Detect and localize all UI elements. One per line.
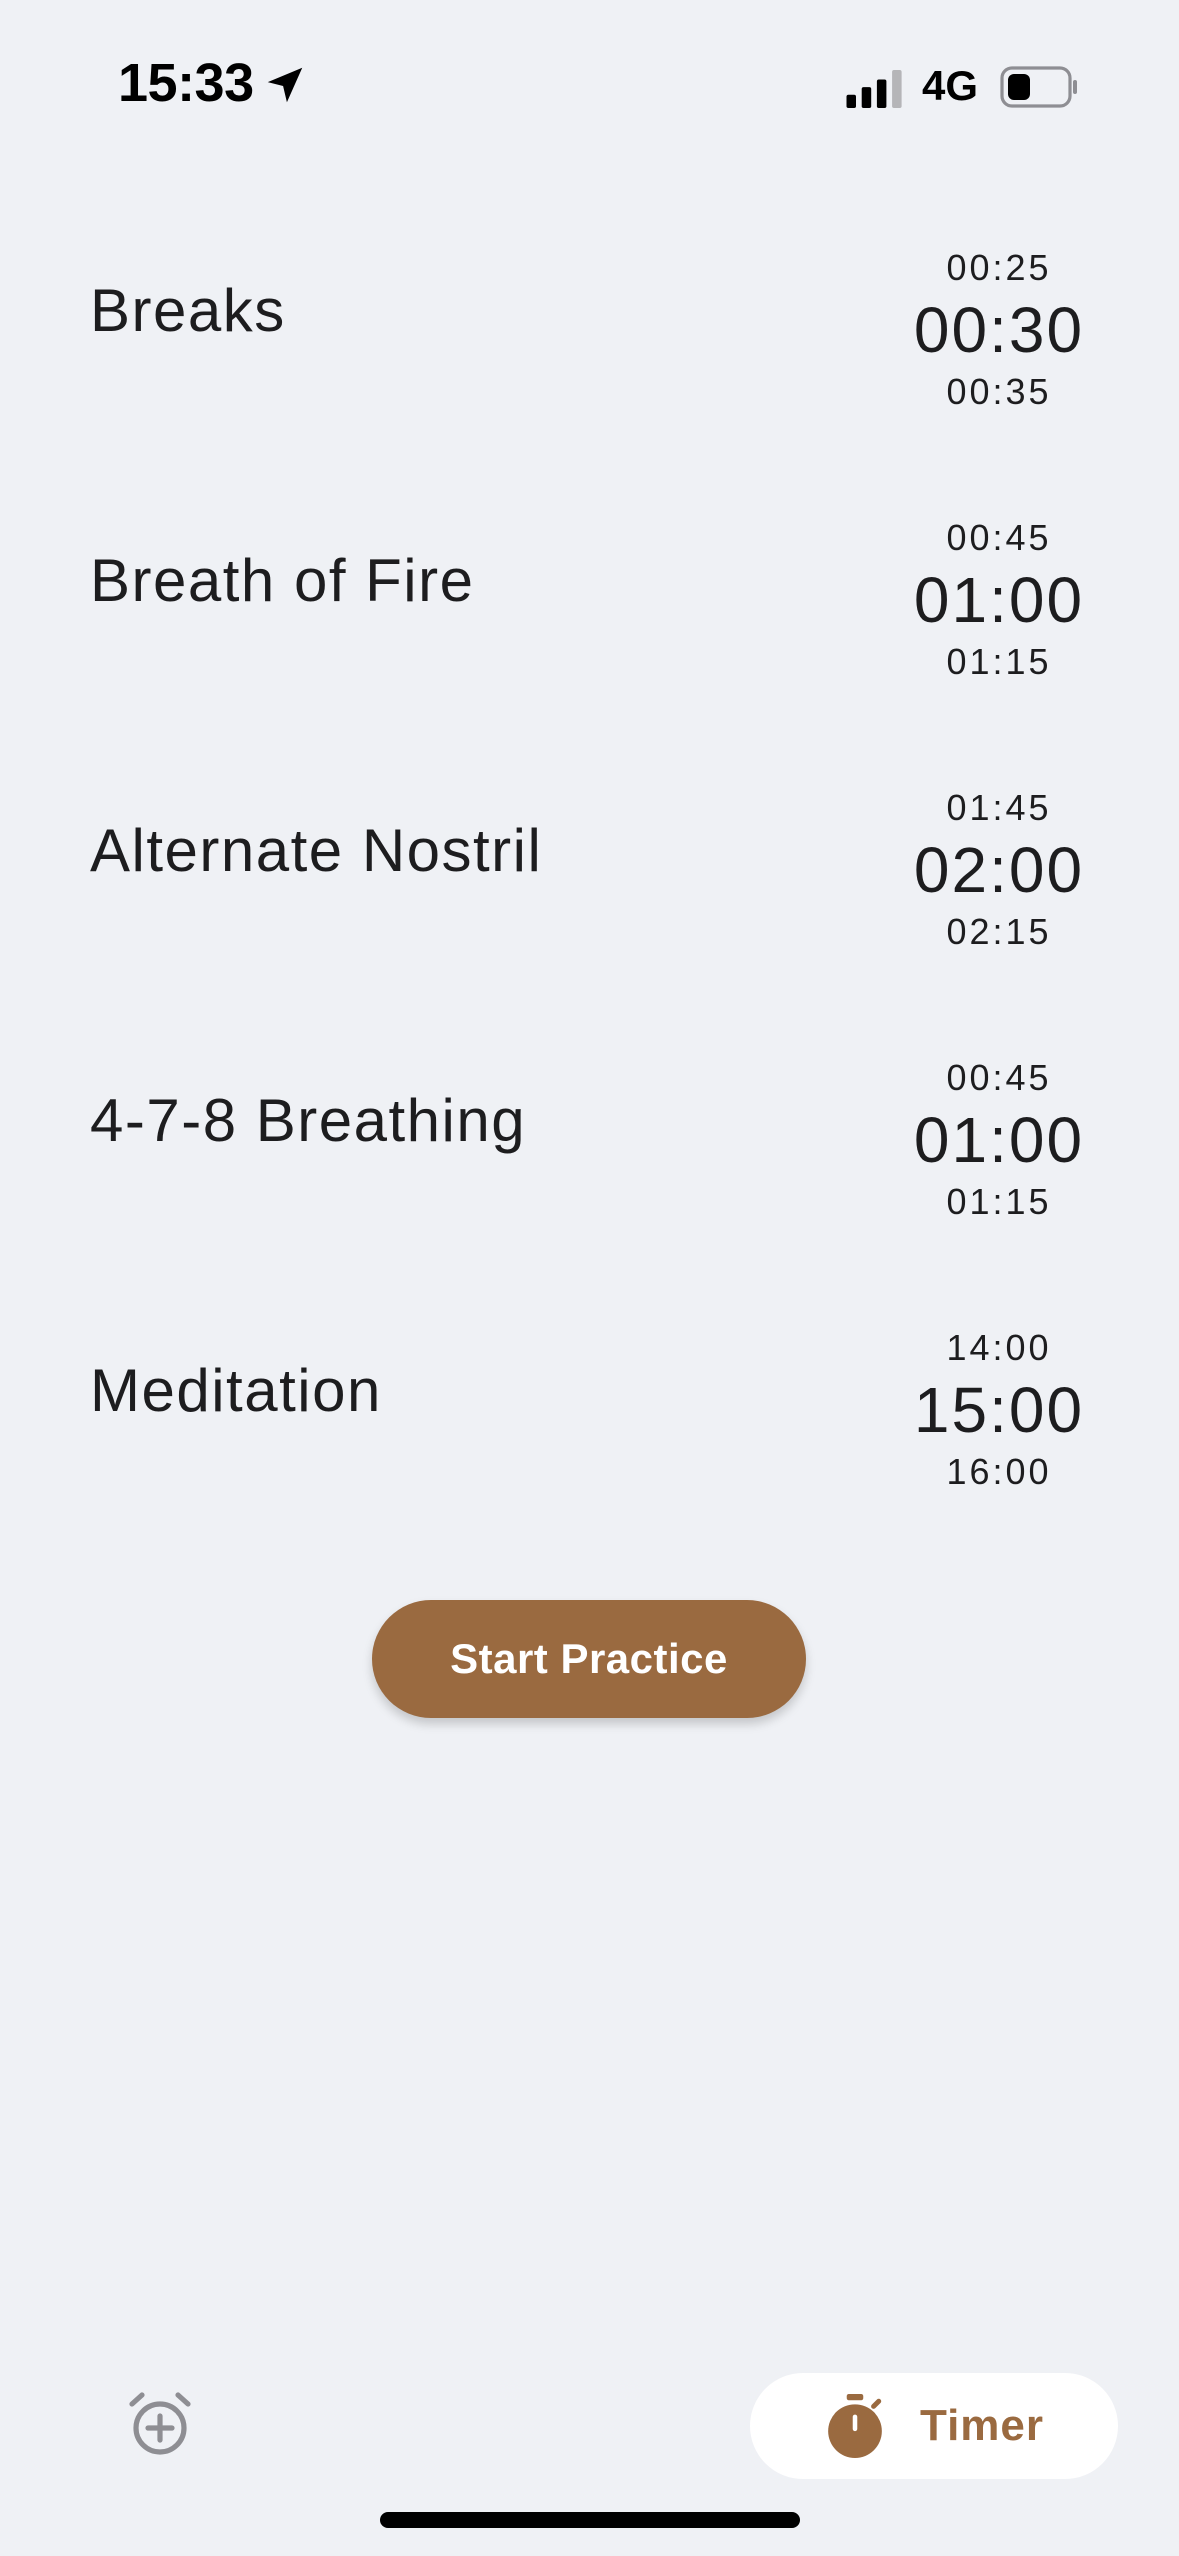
tab-timer-label: Timer [919,2401,1045,2450]
timer-row-meditation: Meditation 14:00 15:00 16:00 [0,1296,1179,1566]
picker-prev-value[interactable]: 01:45 [880,786,1118,830]
duration-picker[interactable]: 01:45 02:00 02:15 [880,786,1118,954]
timer-name: 4-7-8 Breathing [90,1087,527,1154]
stopwatch-icon [828,2394,882,2458]
timer-row-alternate-nostril: Alternate Nostril 01:45 02:00 02:15 [0,756,1179,1026]
duration-picker[interactable]: 00:45 01:00 01:15 [880,516,1118,684]
timer-list: Breaks 00:25 00:30 00:35 Breath of Fire … [0,216,1179,1566]
picker-current-value[interactable]: 00:30 [880,290,1118,370]
timer-name: Meditation [90,1357,382,1424]
location-arrow-icon [267,67,303,103]
duration-picker[interactable]: 14:00 15:00 16:00 [880,1326,1118,1494]
picker-next-value[interactable]: 16:00 [880,1450,1118,1494]
duration-picker[interactable]: 00:45 01:00 01:15 [880,1056,1118,1224]
picker-next-value[interactable]: 00:35 [880,370,1118,414]
tab-timer[interactable]: Timer [750,2373,1118,2479]
timer-name: Alternate Nostril [90,817,543,884]
picker-current-value[interactable]: 01:00 [880,560,1118,640]
picker-current-value[interactable]: 02:00 [880,830,1118,910]
network-type: 4G [922,62,979,109]
alarm-add-icon[interactable] [126,2390,194,2458]
status-bar: 15:33 4G [0,0,1179,150]
start-practice-button[interactable]: Start Practice [372,1600,806,1718]
timer-name: Breaks [90,277,286,344]
timer-name: Breath of Fire [90,547,475,614]
battery-icon [1000,66,1077,108]
cellular-signal-icon [846,70,902,108]
picker-next-value[interactable]: 01:15 [880,1180,1118,1224]
picker-next-value[interactable]: 01:15 [880,640,1118,684]
picker-prev-value[interactable]: 14:00 [880,1326,1118,1370]
home-indicator [380,2512,800,2528]
status-time: 15:33 [118,53,254,113]
timer-row-breath-of-fire: Breath of Fire 00:45 01:00 01:15 [0,486,1179,756]
picker-current-value[interactable]: 15:00 [880,1370,1118,1450]
picker-prev-value[interactable]: 00:45 [880,1056,1118,1100]
timer-row-4-7-8-breathing: 4-7-8 Breathing 00:45 01:00 01:15 [0,1026,1179,1296]
picker-prev-value[interactable]: 00:25 [880,246,1118,290]
timer-row-breaks: Breaks 00:25 00:30 00:35 [0,216,1179,486]
picker-current-value[interactable]: 01:00 [880,1100,1118,1180]
picker-prev-value[interactable]: 00:45 [880,516,1118,560]
duration-picker[interactable]: 00:25 00:30 00:35 [880,246,1118,414]
picker-next-value[interactable]: 02:15 [880,910,1118,954]
